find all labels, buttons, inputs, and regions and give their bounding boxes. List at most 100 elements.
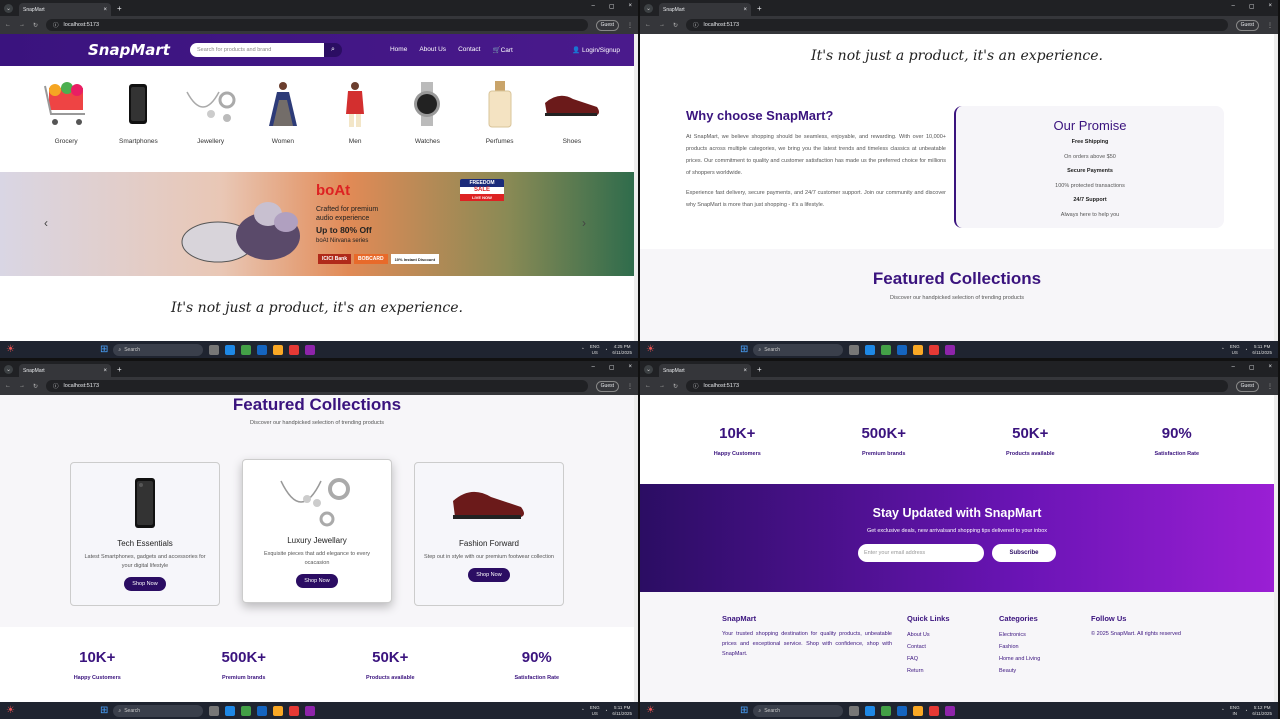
widget-icon[interactable]: ☀ [640, 705, 740, 716]
footer-link-about[interactable]: About Us [907, 629, 999, 641]
explorer-icon[interactable] [273, 705, 284, 716]
lang-indicator[interactable]: ENG IN [1230, 705, 1240, 717]
maximize-icon[interactable]: ▢ [1249, 3, 1255, 10]
menu-icon[interactable]: ⋮ [1267, 22, 1273, 29]
clock[interactable]: 5:11 PM 6/11/2025 [1252, 344, 1272, 356]
wifi-icon[interactable]: ◔ [605, 347, 608, 352]
browser-tab[interactable]: SnapMart × [19, 364, 111, 377]
tab-menu-icon[interactable]: ⌄ [4, 364, 13, 374]
edge-icon[interactable] [225, 705, 236, 716]
back-icon[interactable]: ← [5, 22, 11, 28]
collection-card-fashion[interactable]: Fashion Forward Step out in style with o… [414, 462, 564, 606]
close-window-icon[interactable]: × [1268, 3, 1272, 10]
store-icon[interactable] [241, 705, 252, 716]
new-tab-icon[interactable]: + [117, 365, 122, 374]
reload-icon[interactable]: ↻ [33, 383, 38, 390]
wifi-icon[interactable]: ◔ [605, 708, 608, 713]
task-view-icon[interactable] [849, 344, 860, 355]
shop-now-button[interactable]: Shop Now [296, 574, 338, 588]
site-info-icon[interactable]: ⓘ [693, 382, 699, 390]
browser-tab[interactable]: SnapMart × [659, 364, 751, 377]
taskbar-search[interactable]: ⌕ Search [753, 704, 844, 717]
footer-link-electronics[interactable]: Electronics [999, 629, 1091, 641]
shop-now-button[interactable]: Shop Now [468, 568, 510, 582]
chrome-icon[interactable] [929, 344, 940, 355]
chevron-up-icon[interactable]: ⌃ [1221, 347, 1225, 353]
lang-indicator[interactable]: ENG US [590, 705, 600, 717]
chevron-left-icon[interactable]: ‹ [44, 216, 48, 230]
windows-start-icon[interactable]: ⊞ [740, 344, 748, 355]
tab-menu-icon[interactable]: ⌄ [644, 3, 653, 13]
chrome-icon[interactable] [929, 705, 940, 716]
scrollbar[interactable] [1274, 395, 1278, 702]
chevron-up-icon[interactable]: ⌃ [581, 708, 585, 714]
search-icon[interactable]: ⌕ [323, 43, 342, 57]
back-icon[interactable]: ← [5, 383, 11, 389]
footer-link-home[interactable]: Home and Living [999, 653, 1091, 665]
app-icon[interactable] [305, 705, 316, 716]
close-tab-icon[interactable]: × [743, 7, 747, 13]
maximize-icon[interactable]: ▢ [609, 364, 615, 371]
category-women[interactable]: Women [253, 76, 313, 172]
menu-icon[interactable]: ⋮ [627, 22, 633, 29]
category-shoes[interactable]: Shoes [542, 76, 602, 172]
task-view-icon[interactable] [849, 705, 860, 716]
minimize-icon[interactable]: – [1231, 3, 1234, 10]
chrome-icon[interactable] [289, 344, 300, 355]
close-window-icon[interactable]: × [628, 3, 632, 10]
reload-icon[interactable]: ↻ [673, 383, 678, 390]
site-info-icon[interactable]: ⓘ [53, 382, 59, 390]
guest-profile[interactable]: Guest [595, 380, 619, 392]
nav-cart[interactable]: 🛒Cart [492, 46, 512, 54]
windows-start-icon[interactable]: ⊞ [740, 705, 748, 716]
site-info-icon[interactable]: ⓘ [53, 21, 59, 29]
explorer-icon[interactable] [273, 344, 284, 355]
tab-menu-icon[interactable]: ⌄ [4, 3, 13, 13]
category-perfumes[interactable]: Perfumes [470, 76, 530, 172]
scrollbar[interactable] [1274, 34, 1278, 341]
new-tab-icon[interactable]: + [757, 365, 762, 374]
app-icon[interactable] [945, 705, 956, 716]
clock[interactable]: 5:12 PM 6/11/2025 [1252, 705, 1272, 717]
nav-contact[interactable]: Contact [458, 46, 480, 54]
scrollbar[interactable] [634, 34, 638, 341]
category-watches[interactable]: Watches [397, 76, 457, 172]
taskbar-search[interactable]: ⌕ Search [753, 343, 844, 356]
browser-tab[interactable]: SnapMart × [659, 3, 751, 16]
maximize-icon[interactable]: ▢ [609, 3, 615, 10]
store-icon[interactable] [241, 344, 252, 355]
browser-tab[interactable]: SnapMart × [19, 3, 111, 16]
url-field[interactable]: ⓘ localhost:5173 [46, 19, 588, 31]
clock[interactable]: 4:25 PM 6/11/2025 [612, 344, 632, 356]
back-icon[interactable]: ← [645, 383, 651, 389]
search-input[interactable]: Search for products and brand [189, 43, 324, 57]
forward-icon[interactable]: → [19, 383, 25, 389]
app-icon[interactable] [305, 344, 316, 355]
minimize-icon[interactable]: – [1231, 364, 1234, 371]
scrollbar[interactable] [634, 395, 638, 702]
explorer-icon[interactable] [913, 344, 924, 355]
url-field[interactable]: ⓘ localhost:5173 [686, 380, 1228, 392]
footer-link-contact[interactable]: Contact [907, 641, 999, 653]
wifi-icon[interactable]: ◔ [1245, 708, 1248, 713]
close-tab-icon[interactable]: × [743, 368, 747, 374]
vscode-icon[interactable] [897, 344, 908, 355]
guest-profile[interactable]: Guest [1235, 19, 1259, 31]
tab-menu-icon[interactable]: ⌄ [644, 364, 653, 374]
back-icon[interactable]: ← [645, 22, 651, 28]
email-input[interactable]: Enter your email address [858, 544, 984, 562]
chevron-up-icon[interactable]: ⌃ [1221, 708, 1225, 714]
store-icon[interactable] [881, 344, 892, 355]
vscode-icon[interactable] [257, 344, 268, 355]
reload-icon[interactable]: ↻ [33, 22, 38, 29]
category-jewellery[interactable]: Jewellery [181, 76, 241, 172]
nav-home[interactable]: Home [390, 46, 407, 54]
store-icon[interactable] [881, 705, 892, 716]
reload-icon[interactable]: ↻ [673, 22, 678, 29]
close-tab-icon[interactable]: × [103, 368, 107, 374]
widget-icon[interactable]: ☀ [0, 344, 100, 355]
task-view-icon[interactable] [209, 705, 220, 716]
new-tab-icon[interactable]: + [757, 4, 762, 13]
taskbar-search[interactable]: ⌕ Search [113, 704, 204, 717]
guest-profile[interactable]: Guest [1235, 380, 1259, 392]
